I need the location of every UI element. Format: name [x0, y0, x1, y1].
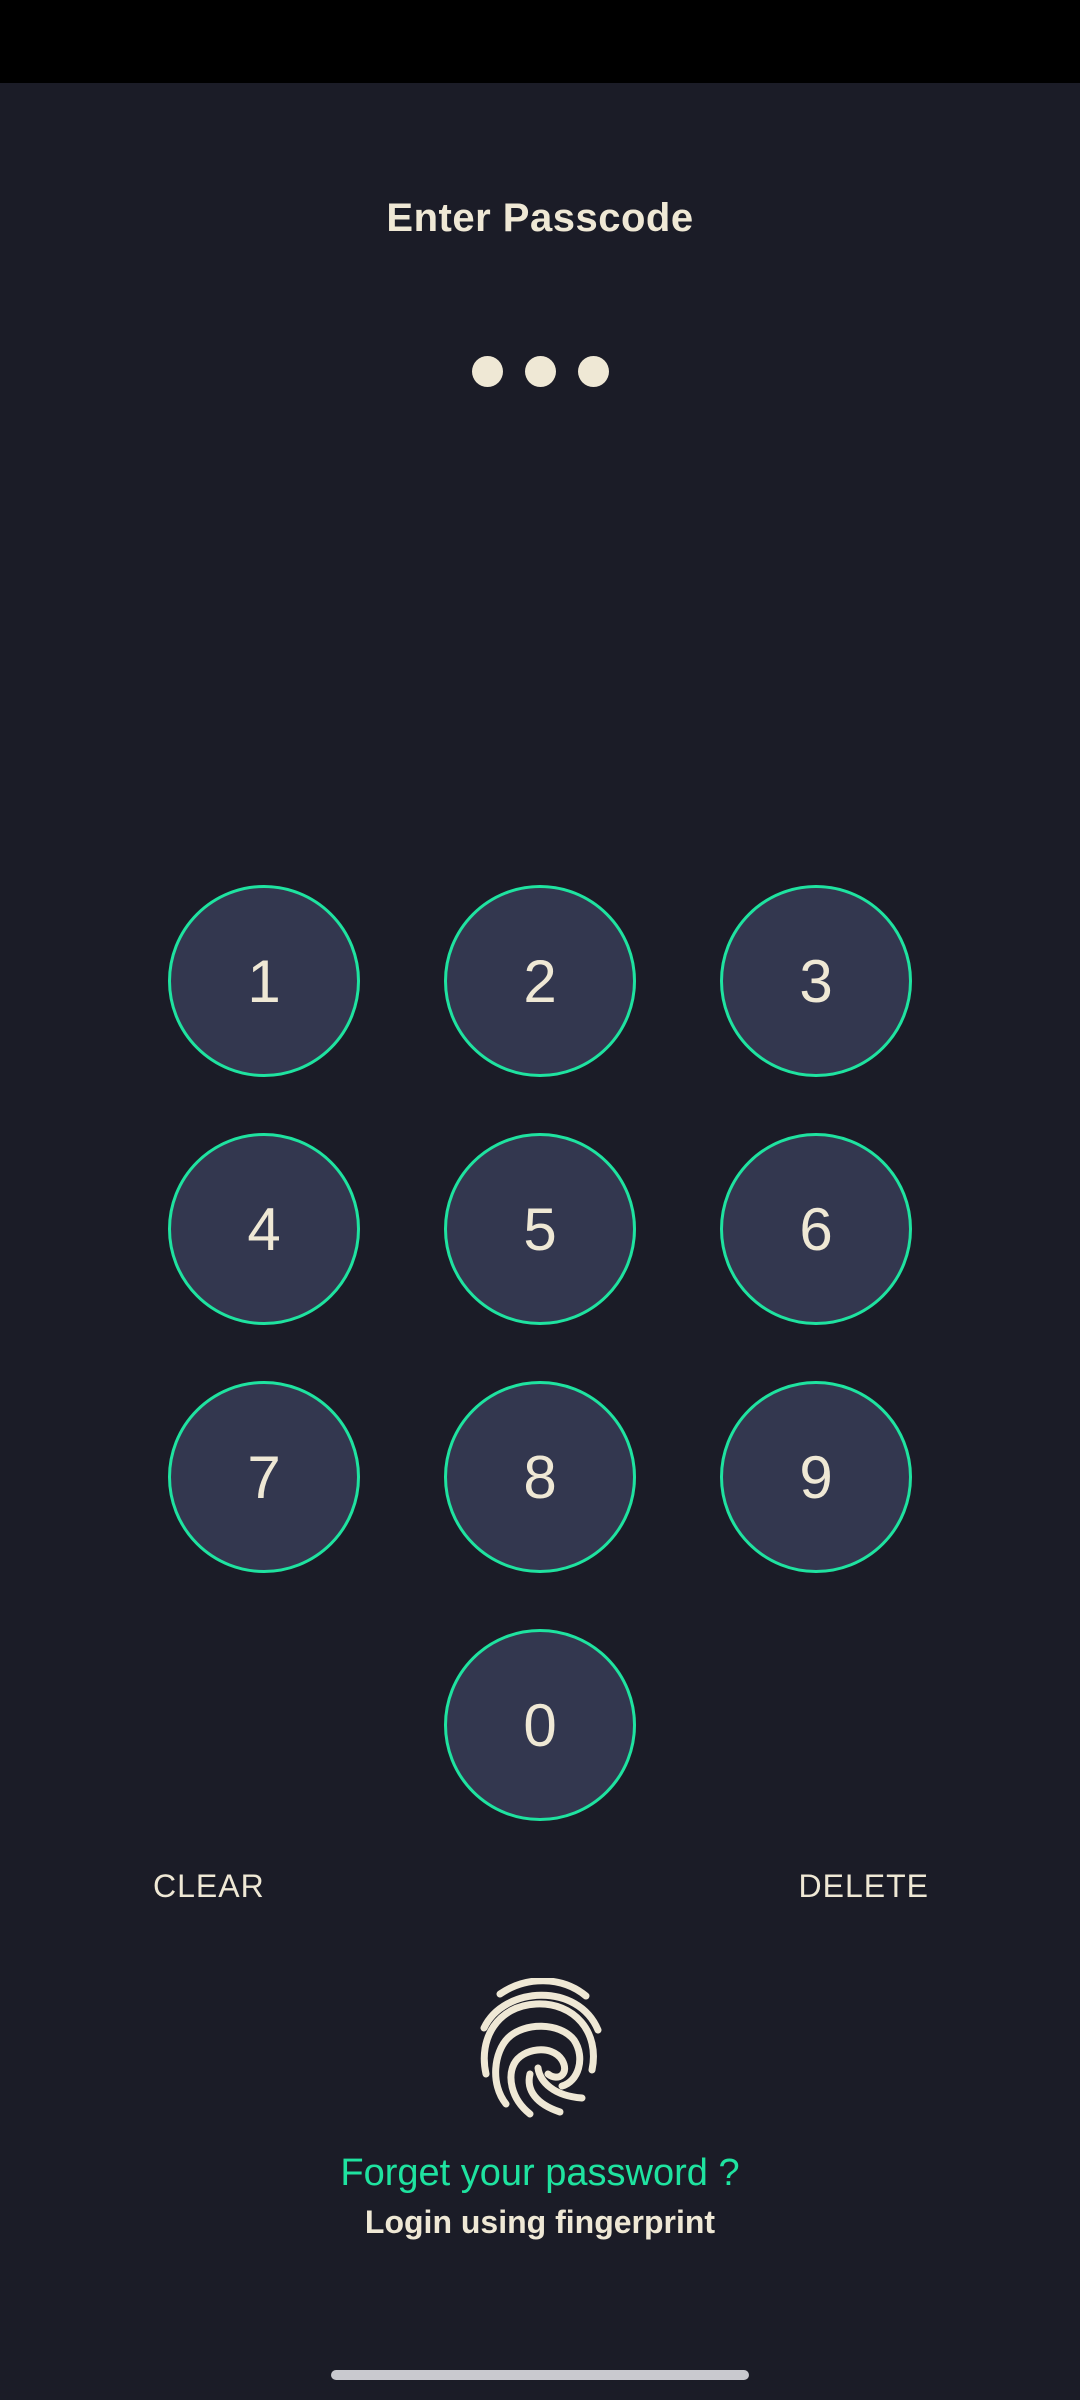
login-fingerprint-label: Login using fingerprint	[364, 2204, 716, 2240]
key-0[interactable]: 0	[444, 1629, 636, 1821]
page-title: Enter Passcode	[386, 196, 694, 240]
key-8[interactable]: 8	[444, 1381, 636, 1573]
fingerprint-icon[interactable]	[474, 1977, 606, 2120]
key-2[interactable]: 2	[444, 885, 636, 1077]
passcode-screen: Enter Passcode 1 2 3 4 5 6 7 8 9 0 CLEAR…	[0, 0, 1080, 2400]
key-4[interactable]: 4	[168, 1133, 360, 1325]
key-3[interactable]: 3	[720, 885, 912, 1077]
passcode-dot-filled	[524, 356, 556, 387]
passcode-dot-filled	[471, 356, 503, 387]
delete-button[interactable]: DELETE	[799, 1868, 929, 1905]
key-6[interactable]: 6	[720, 1133, 912, 1325]
status-bar	[0, 0, 1080, 83]
passcode-dot-filled	[577, 356, 609, 387]
clear-button[interactable]: CLEAR	[153, 1868, 265, 1905]
key-9[interactable]: 9	[720, 1381, 912, 1573]
key-1[interactable]: 1	[168, 885, 360, 1077]
key-5[interactable]: 5	[444, 1133, 636, 1325]
passcode-dots	[0, 356, 1080, 388]
key-7[interactable]: 7	[168, 1381, 360, 1573]
forgot-password-link[interactable]: Forget your password ?	[0, 2152, 1080, 2195]
home-indicator[interactable]	[331, 2370, 749, 2380]
